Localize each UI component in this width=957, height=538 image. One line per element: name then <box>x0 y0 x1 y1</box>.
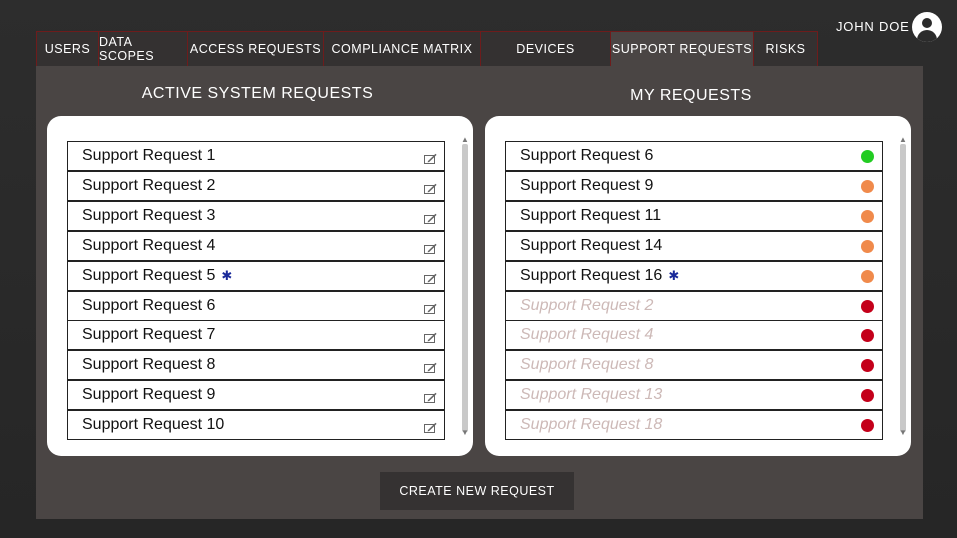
request-label: Support Request 9 <box>520 176 654 194</box>
list-item[interactable]: Support Request 16 ✱ <box>505 260 883 291</box>
request-label: Support Request 7 <box>82 326 216 344</box>
tab-devices[interactable]: DEVICES <box>480 31 611 66</box>
tab-risks[interactable]: RISKS <box>753 31 818 66</box>
list-item[interactable]: Support Request 14 <box>505 230 883 261</box>
list-item[interactable]: Support Request 1 <box>67 141 445 171</box>
list-item[interactable]: Support Request 6 <box>67 290 445 321</box>
request-label: Support Request 6 <box>82 296 216 314</box>
edit-icon[interactable] <box>424 330 437 344</box>
request-label: Support Request 8 <box>82 356 216 374</box>
edit-icon[interactable] <box>424 271 437 284</box>
list-item[interactable]: Support Request 6 <box>505 141 883 171</box>
my-requests-card: Support Request 6 Support Request 9 Suppor… <box>485 116 911 456</box>
request-label: Support Request 2 <box>82 176 216 194</box>
status-dot-orange-icon <box>861 269 874 283</box>
edit-icon[interactable] <box>424 151 437 164</box>
request-label: Support Request 4 <box>82 236 216 254</box>
list-item[interactable]: Support Request 11 <box>505 200 883 231</box>
list-item[interactable]: Support Request 9 <box>67 380 445 411</box>
tab-data-scopes[interactable]: DATA SCOPES <box>98 31 188 66</box>
tab-access-requests[interactable]: ACCESS REQUESTS <box>187 31 324 66</box>
status-dot-red-icon <box>861 389 874 403</box>
request-label: Support Request 16 <box>520 266 663 284</box>
create-new-request-button[interactable]: CREATE NEW REQUEST <box>380 472 574 510</box>
flag-asterisk-icon: ✱ <box>668 267 680 283</box>
list-item[interactable]: Support Request 4 <box>505 320 883 351</box>
my-requests-title: MY REQUESTS <box>630 87 752 104</box>
list-item[interactable]: Support Request 2 <box>505 290 883 321</box>
active-requests-card: Support Request 1 Support Request 2 Suppor… <box>47 116 473 456</box>
edit-icon[interactable] <box>424 211 437 224</box>
list-item[interactable]: Support Request 4 <box>67 230 445 261</box>
request-label: Support Request 10 <box>82 416 225 434</box>
list-item[interactable]: Support Request 5 ✱ <box>67 260 445 291</box>
tab-users[interactable]: USERS <box>36 31 99 66</box>
flag-asterisk-icon: ✱ <box>221 267 233 283</box>
request-label: Support Request 2 <box>520 296 654 314</box>
status-dot-red-icon <box>861 359 874 373</box>
active-requests-scrollbar[interactable] <box>462 144 468 432</box>
request-label: Support Request 5 <box>82 266 216 284</box>
list-item[interactable]: Support Request 10 <box>67 410 445 441</box>
request-label: Support Request 1 <box>82 147 216 164</box>
list-item[interactable]: Support Request 2 <box>67 170 445 201</box>
list-item[interactable]: Support Request 7 <box>67 320 445 351</box>
scroll-up-icon[interactable]: ▲ <box>899 136 907 144</box>
status-dot-red-icon <box>861 419 874 433</box>
status-dot-orange-icon <box>861 209 874 223</box>
scroll-down-icon[interactable]: ▼ <box>899 429 907 437</box>
request-label: Support Request 6 <box>520 147 654 164</box>
status-dot-red-icon <box>861 299 874 313</box>
user-avatar-icon[interactable] <box>912 12 942 42</box>
edit-icon[interactable] <box>424 181 437 194</box>
list-item[interactable]: Support Request 8 <box>505 350 883 381</box>
request-label: Support Request 9 <box>82 386 216 404</box>
tab-support-requests[interactable]: SUPPORT REQUESTS <box>610 31 754 66</box>
scroll-up-icon[interactable]: ▲ <box>461 136 469 144</box>
support-requests-panel: ACTIVE SYSTEM REQUESTS MY REQUESTS Suppo… <box>36 66 923 519</box>
status-dot-red-icon <box>861 329 874 343</box>
request-label: Support Request 13 <box>520 386 663 404</box>
scroll-down-icon[interactable]: ▼ <box>461 429 469 437</box>
request-label: Support Request 4 <box>520 326 654 344</box>
status-dot-orange-icon <box>861 179 874 193</box>
edit-icon[interactable] <box>424 360 437 374</box>
list-item[interactable]: Support Request 3 <box>67 200 445 231</box>
request-label: Support Request 14 <box>520 236 663 254</box>
status-dot-orange-icon <box>861 239 874 253</box>
my-requests-scrollbar[interactable] <box>900 144 906 432</box>
list-item[interactable]: Support Request 18 <box>505 410 883 441</box>
edit-icon[interactable] <box>424 301 437 314</box>
user-name: JOHN DOE <box>836 19 910 34</box>
status-dot-green-icon <box>861 150 874 163</box>
active-requests-title: ACTIVE SYSTEM REQUESTS <box>141 85 374 102</box>
list-item[interactable]: Support Request 8 <box>67 350 445 381</box>
request-label: Support Request 11 <box>520 206 662 224</box>
request-label: Support Request 18 <box>520 416 663 434</box>
list-item[interactable]: Support Request 9 <box>505 170 883 201</box>
edit-icon[interactable] <box>424 390 437 404</box>
edit-icon[interactable] <box>424 420 437 434</box>
tab-compliance-matrix[interactable]: COMPLIANCE MATRIX <box>323 31 481 66</box>
request-label: Support Request 3 <box>82 206 216 224</box>
request-label: Support Request 8 <box>520 356 654 374</box>
list-item[interactable]: Support Request 13 <box>505 380 883 411</box>
edit-icon[interactable] <box>424 241 437 254</box>
